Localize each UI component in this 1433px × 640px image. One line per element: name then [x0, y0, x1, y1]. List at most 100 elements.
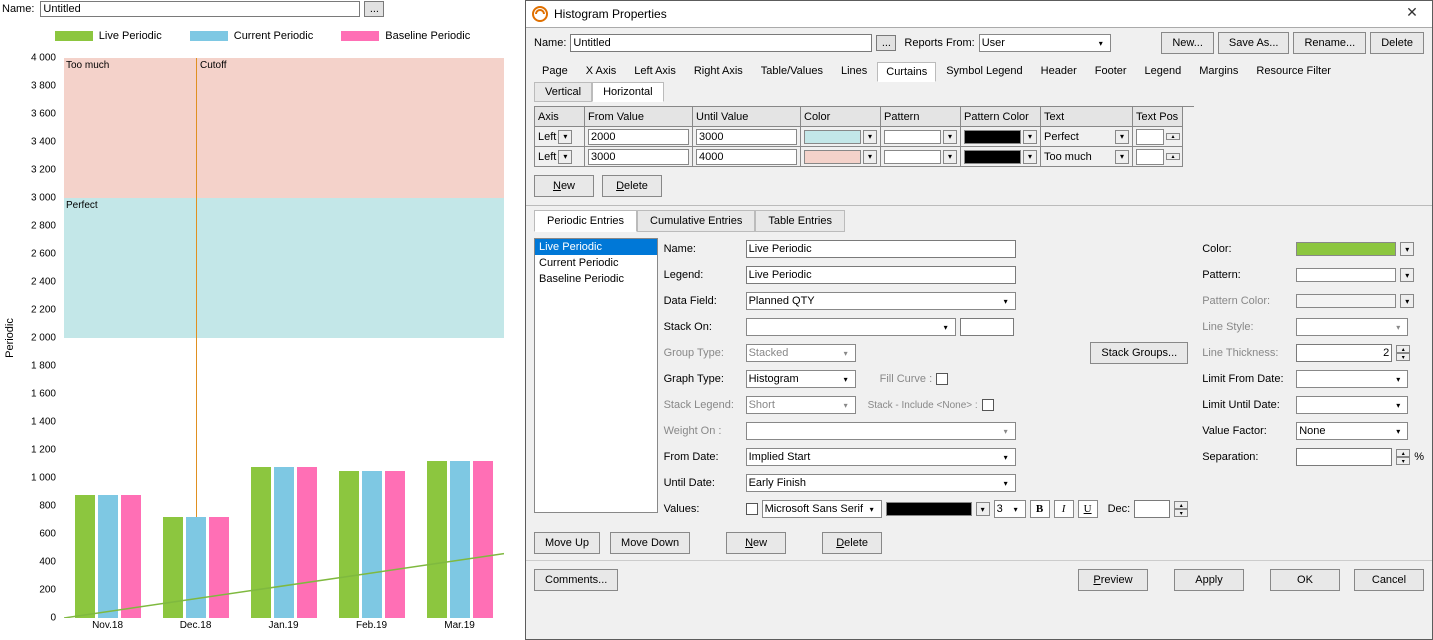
tab-left-axis[interactable]: Left Axis	[626, 62, 684, 82]
series-list-item[interactable]: Live Periodic	[535, 239, 657, 255]
reports-from-select[interactable]: User▾	[979, 34, 1111, 52]
grid-cell-control[interactable]	[588, 129, 689, 145]
tab-curtains[interactable]: Curtains	[877, 62, 936, 82]
grid-cell-control[interactable]	[964, 150, 1021, 164]
grid-new-button[interactable]: New	[534, 175, 594, 197]
chevron-down-icon[interactable]: ▾	[976, 502, 990, 516]
fld-datafield-select[interactable]: Planned QTY▾	[746, 292, 1016, 310]
tab-legend[interactable]: Legend	[1137, 62, 1190, 82]
grid-cell-control[interactable]: ▾	[1023, 150, 1037, 164]
italic-button[interactable]: I	[1054, 500, 1074, 518]
new-report-button[interactable]: New...	[1161, 32, 1214, 54]
grid-cell-control[interactable]: ▾	[863, 130, 877, 144]
chevron-down-icon[interactable]: ▾	[1400, 242, 1414, 256]
subtab-vertical[interactable]: Vertical	[534, 82, 592, 102]
attr-valuefactor-select[interactable]: None▾	[1296, 422, 1408, 440]
dlg-name-input[interactable]	[570, 34, 872, 52]
series-new-button[interactable]: New	[726, 532, 786, 554]
grid-cell-control[interactable]	[884, 150, 941, 164]
series-delete-button[interactable]: Delete	[822, 532, 882, 554]
tab-page[interactable]: Page	[534, 62, 576, 82]
delete-report-button[interactable]: Delete	[1370, 32, 1424, 54]
grid-cell-control[interactable]: ▾	[1115, 150, 1129, 164]
underline-button[interactable]: U	[1078, 500, 1098, 518]
tab-symbol-legend[interactable]: Symbol Legend	[938, 62, 1030, 82]
series-list-item[interactable]: Current Periodic	[535, 255, 657, 271]
grid-cell-control[interactable]	[696, 149, 797, 165]
series-list-item[interactable]: Baseline Periodic	[535, 271, 657, 287]
grid-cell-control[interactable]: ▾	[558, 150, 572, 164]
grid-cell-control[interactable]	[804, 130, 861, 144]
move-down-button[interactable]: Move Down	[610, 532, 690, 554]
fill-curve-checkbox[interactable]	[936, 373, 948, 385]
grid-cell-control[interactable]	[696, 129, 797, 145]
tab-right-axis[interactable]: Right Axis	[686, 62, 751, 82]
rename-button[interactable]: Rename...	[1293, 32, 1366, 54]
fld-graphtype-select[interactable]: Histogram▾	[746, 370, 856, 388]
dialog-titlebar[interactable]: Histogram Properties ✕	[526, 1, 1432, 28]
attr-linethick-input[interactable]	[1296, 344, 1392, 362]
dec-input[interactable]	[1134, 500, 1170, 518]
grid-cell-control[interactable]	[1136, 129, 1164, 145]
dlg-name-ellipsis[interactable]: ...	[876, 35, 896, 51]
cancel-button[interactable]: Cancel	[1354, 569, 1424, 591]
grid-cell-control[interactable]	[1136, 149, 1164, 165]
lowtab-table-entries[interactable]: Table Entries	[755, 210, 845, 232]
tab-footer[interactable]: Footer	[1087, 62, 1135, 82]
attr-limitfrom-select[interactable]: ▾	[1296, 370, 1408, 388]
name-input[interactable]	[40, 1, 360, 17]
spinner-up-icon[interactable]: ▴	[1174, 501, 1188, 509]
attr-pattern-swatch[interactable]	[1296, 268, 1396, 282]
spinner-up-icon[interactable]: ▴	[1396, 449, 1410, 457]
move-up-button[interactable]: Move Up	[534, 532, 600, 554]
values-size-select[interactable]: 3▾	[994, 500, 1026, 518]
fld-name-input[interactable]	[746, 240, 1016, 258]
values-font-select[interactable]: Microsoft Sans Serif▾	[762, 500, 882, 518]
series-list[interactable]: Live PeriodicCurrent PeriodicBaseline Pe…	[534, 238, 658, 513]
grid-cell-control[interactable]: ▾	[1115, 130, 1129, 144]
preview-button[interactable]: Preview	[1078, 569, 1148, 591]
grid-cell-control[interactable]: ▾	[943, 150, 957, 164]
attr-separation-input[interactable]	[1296, 448, 1392, 466]
tab-x-axis[interactable]: X Axis	[578, 62, 625, 82]
grid-cell-control[interactable]: ▾	[1023, 130, 1037, 144]
name-ellipsis-button[interactable]: ...	[364, 1, 384, 17]
values-color-swatch[interactable]	[886, 502, 972, 516]
tab-header[interactable]: Header	[1033, 62, 1085, 82]
grid-cell-control[interactable]: ▾	[863, 150, 877, 164]
ok-button[interactable]: OK	[1270, 569, 1340, 591]
fld-stackon-select[interactable]: ▾	[746, 318, 956, 336]
grid-cell-control[interactable]: ▾	[558, 130, 572, 144]
grid-cell-control[interactable]: ▾	[943, 130, 957, 144]
stack-include-checkbox[interactable]	[982, 399, 994, 411]
grid-cell-control[interactable]: ▴	[1166, 133, 1180, 140]
fld-untildate-select[interactable]: Early Finish▾	[746, 474, 1016, 492]
spinner-down-icon[interactable]: ▾	[1396, 353, 1410, 361]
tab-table-values[interactable]: Table/Values	[753, 62, 831, 82]
subtab-horizontal[interactable]: Horizontal	[592, 82, 664, 102]
apply-button[interactable]: Apply	[1174, 569, 1244, 591]
spinner-down-icon[interactable]: ▾	[1396, 457, 1410, 465]
grid-cell-control[interactable]	[588, 149, 689, 165]
fld-fromdate-select[interactable]: Implied Start▾	[746, 448, 1016, 466]
comments-button[interactable]: Comments...	[534, 569, 618, 591]
grid-cell-control[interactable]	[884, 130, 941, 144]
grid-cell-control[interactable]: ▴	[1166, 153, 1180, 160]
fld-legend-input[interactable]	[746, 266, 1016, 284]
lowtab-cumulative-entries[interactable]: Cumulative Entries	[637, 210, 755, 232]
chevron-down-icon[interactable]: ▾	[1400, 268, 1414, 282]
spinner-up-icon[interactable]: ▴	[1396, 345, 1410, 353]
save-as-button[interactable]: Save As...	[1218, 32, 1290, 54]
close-icon[interactable]: ✕	[1398, 4, 1426, 24]
tab-resource-filter[interactable]: Resource Filter	[1248, 62, 1339, 82]
stack-groups-button[interactable]: Stack Groups...	[1090, 342, 1188, 364]
fld-stackon-extra[interactable]	[960, 318, 1014, 336]
tab-lines[interactable]: Lines	[833, 62, 875, 82]
lowtab-periodic-entries[interactable]: Periodic Entries	[534, 210, 637, 232]
grid-cell-control[interactable]	[964, 130, 1021, 144]
grid-delete-button[interactable]: Delete	[602, 175, 662, 197]
tab-margins[interactable]: Margins	[1191, 62, 1246, 82]
spinner-down-icon[interactable]: ▾	[1174, 509, 1188, 517]
attr-limituntil-select[interactable]: ▾	[1296, 396, 1408, 414]
values-checkbox[interactable]	[746, 503, 758, 515]
